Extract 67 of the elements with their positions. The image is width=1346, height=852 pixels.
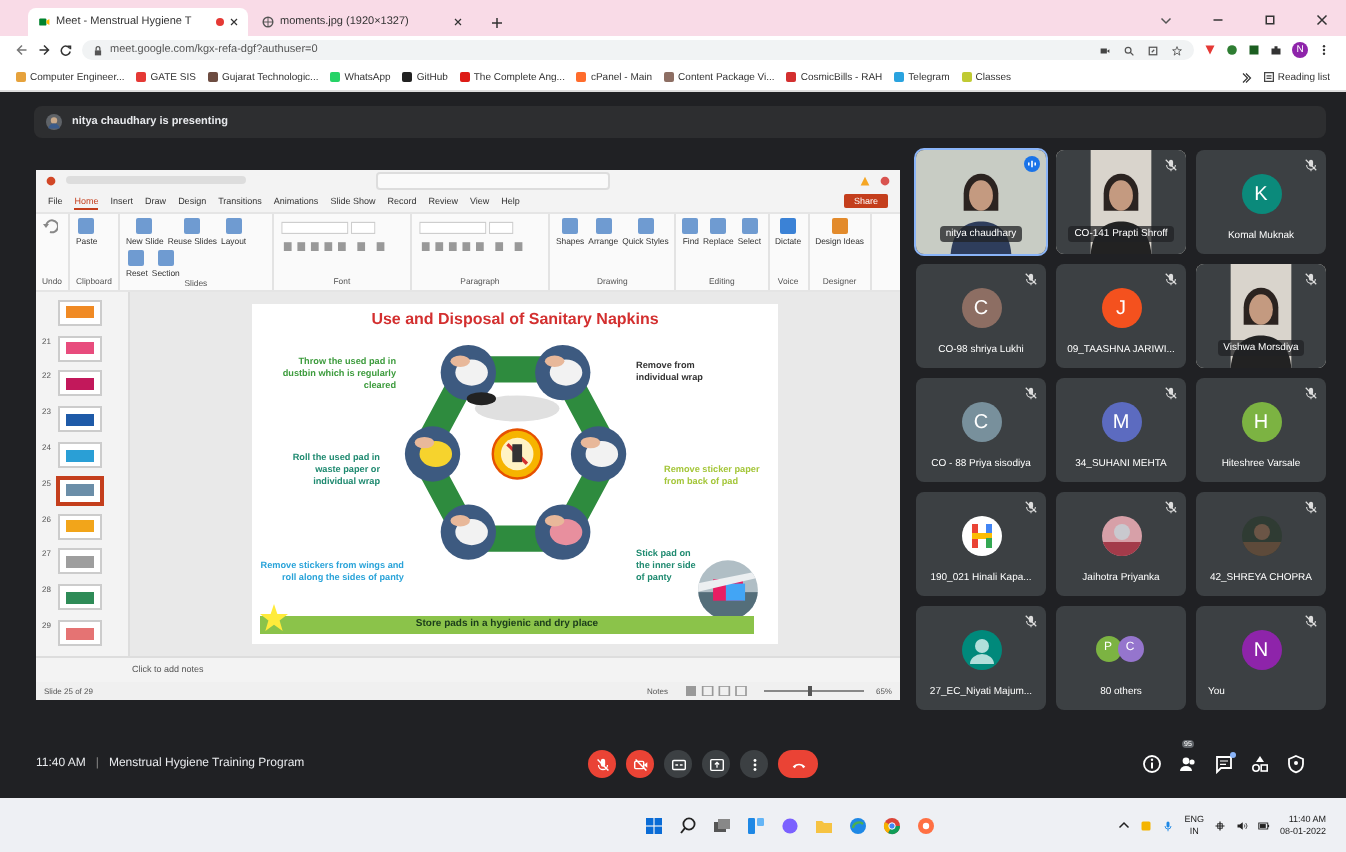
camera-button[interactable] [626, 750, 654, 778]
avatar: N [1241, 630, 1281, 670]
reading-list-icon [1263, 72, 1274, 82]
globe-icon [262, 16, 274, 28]
warning-icon [860, 175, 870, 185]
search-icon[interactable] [677, 815, 698, 835]
task-view-icon[interactable] [711, 815, 732, 835]
chevron-down-icon[interactable] [1160, 14, 1172, 26]
activities-icon[interactable] [1250, 754, 1270, 774]
slider-thumb[interactable] [808, 685, 813, 695]
present-button[interactable] [702, 750, 730, 778]
avatar: M [1101, 402, 1141, 442]
puzzle-icon[interactable] [1270, 44, 1282, 56]
chevron-right-icon[interactable] [1239, 71, 1252, 83]
info-icon[interactable] [1142, 754, 1162, 774]
minimize-icon[interactable] [1212, 14, 1224, 26]
new-tab-icon[interactable] [492, 18, 502, 28]
reload-icon[interactable] [60, 44, 72, 56]
share-icon[interactable] [1148, 45, 1158, 55]
avatar: K [1241, 174, 1281, 214]
undo-icon[interactable] [42, 217, 58, 233]
shield-icon[interactable] [1286, 754, 1306, 774]
slide-thumbnail[interactable] [58, 477, 102, 504]
browser-icon[interactable] [915, 815, 936, 835]
mic-off-icon [593, 755, 611, 773]
slide-title: Use and Disposal of Sanitary Napkins [369, 309, 661, 327]
user-avatar-icon[interactable] [880, 175, 890, 185]
maximize-icon[interactable] [1264, 14, 1276, 26]
microphone-icon[interactable] [1162, 819, 1175, 831]
network-icon[interactable] [1213, 819, 1226, 831]
start-icon[interactable] [643, 815, 664, 835]
captions-icon [669, 755, 687, 773]
presenter-avatar-icon [46, 114, 62, 130]
avatar: H [1241, 402, 1281, 442]
search-field[interactable] [376, 171, 610, 189]
battery-icon[interactable] [1257, 819, 1270, 831]
avatar: C [961, 402, 1001, 442]
browser-icon[interactable] [847, 815, 868, 835]
lock-icon [94, 45, 102, 55]
person-avatar-icon [961, 630, 1001, 670]
leave-call-button[interactable] [778, 750, 818, 778]
close-icon[interactable] [1316, 14, 1328, 26]
microphone-button[interactable] [588, 750, 616, 778]
camera-off-icon [631, 755, 649, 773]
present-icon [707, 755, 725, 773]
chevron-up-icon[interactable] [1118, 819, 1131, 831]
captions-button[interactable] [664, 750, 692, 778]
more-options-button[interactable] [740, 750, 768, 778]
avatar: C [961, 288, 1001, 328]
avatar: J [1101, 288, 1141, 328]
meet-icon [38, 16, 50, 28]
kebab-menu-icon[interactable] [1318, 44, 1330, 56]
star-icon[interactable] [1172, 45, 1182, 55]
zoom-icon[interactable] [1124, 45, 1134, 55]
forward-icon[interactable] [38, 44, 50, 56]
star-icon [260, 603, 288, 631]
people-icon[interactable] [1178, 754, 1198, 774]
powerpoint-icon [46, 175, 56, 185]
back-icon[interactable] [16, 44, 28, 56]
volume-icon[interactable] [1235, 819, 1248, 831]
logo-avatar-icon [961, 516, 1001, 556]
chat-icon[interactable] [1214, 754, 1234, 774]
widgets-icon[interactable] [745, 815, 766, 835]
close-icon[interactable] [230, 18, 238, 26]
camera-icon[interactable] [1100, 45, 1110, 55]
browser-icon[interactable] [881, 815, 902, 835]
close-icon[interactable] [454, 18, 462, 26]
